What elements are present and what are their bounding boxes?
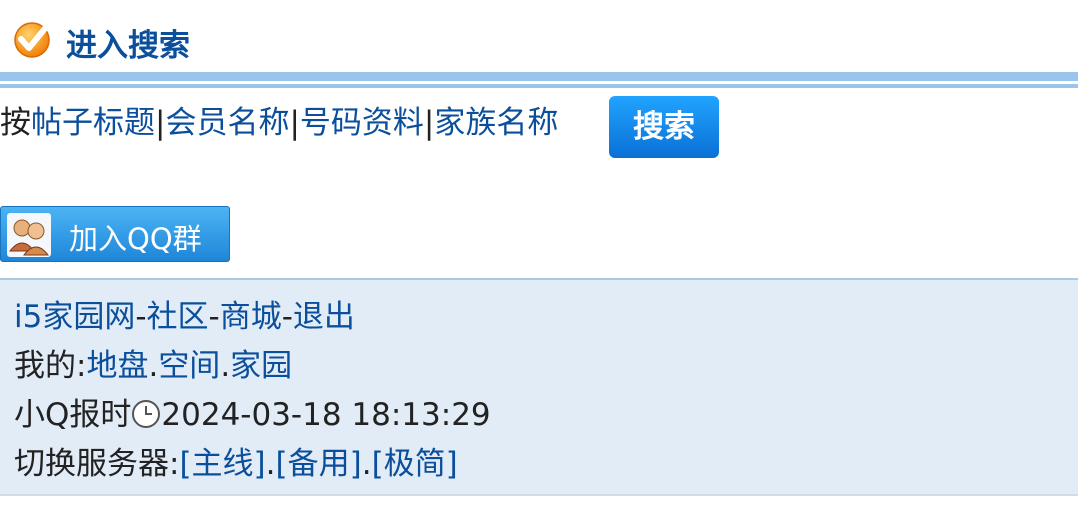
footer-mine: 我的:地盘.空间.家园 [14, 348, 293, 384]
shop-link[interactable]: 商城 [220, 299, 282, 335]
qq-button-label: 加入QQ群 [69, 222, 202, 256]
search-by-title-link[interactable]: 帖子标题 [31, 105, 155, 141]
clock-icon [132, 400, 161, 428]
search-row: 按帖子标题|会员名称|号码资料|家族名称 搜索 [0, 88, 1078, 158]
home-page-link[interactable]: 家园 [230, 348, 292, 384]
section-header: 进入搜索 [0, 0, 1078, 72]
footer-server: 切换服务器:[主线].[备用].[极简] [14, 446, 458, 482]
logout-link[interactable]: 退出 [293, 299, 355, 335]
space-link[interactable]: 空间 [158, 348, 220, 384]
territory-link[interactable]: 地盘 [86, 348, 148, 384]
search-button[interactable]: 搜索 [609, 96, 719, 158]
time-value: 2024-03-18 18:13:29 [161, 397, 491, 433]
community-link[interactable]: 社区 [147, 299, 209, 335]
check-icon [14, 22, 50, 58]
search-by-number-link[interactable]: 号码资料 [300, 105, 424, 141]
server-lite-link[interactable]: [极简] [372, 446, 458, 482]
search-by-member-link[interactable]: 会员名称 [165, 105, 289, 141]
server-backup-link[interactable]: [备用] [276, 446, 362, 482]
search-by-family-link[interactable]: 家族名称 [434, 105, 558, 141]
divider [0, 72, 1078, 81]
page-title: 进入搜索 [66, 28, 190, 64]
home-link[interactable]: i5家园网 [14, 299, 135, 335]
footer-nav: i5家园网-社区-商城-退出 [14, 299, 355, 335]
qq-group-icon [7, 213, 51, 257]
footer-time: 小Q报时 2024-03-18 18:13:29 [14, 397, 491, 433]
footer-panel: i5家园网-社区-商城-退出 我的:地盘.空间.家园 小Q报时 2024-03-1… [0, 278, 1078, 496]
search-prefix: 按 [0, 105, 31, 141]
server-main-link[interactable]: [主线] [179, 446, 265, 482]
join-qq-group-button[interactable]: 加入QQ群 [0, 206, 230, 262]
